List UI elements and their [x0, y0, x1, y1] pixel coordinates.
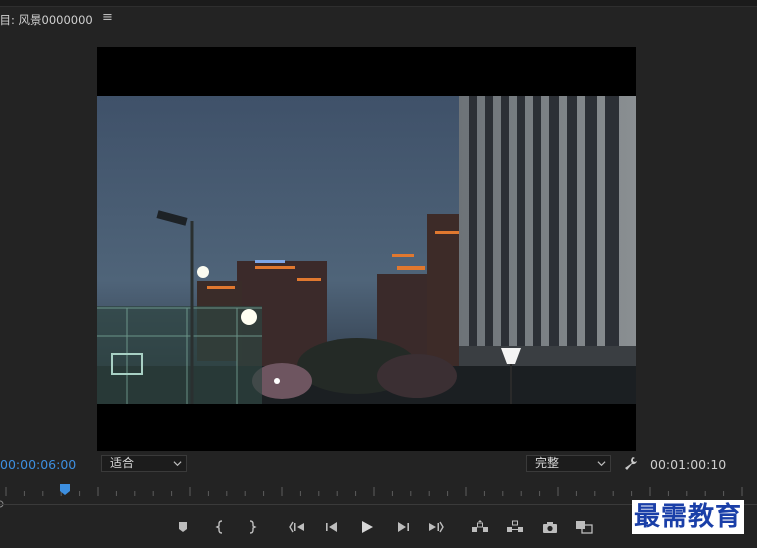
compare-icon[interactable]: [573, 515, 595, 539]
camera-icon[interactable]: [539, 515, 561, 539]
video-frame: [97, 96, 636, 404]
marker-icon[interactable]: [172, 515, 194, 539]
fit-dropdown[interactable]: 适合: [101, 455, 187, 472]
quality-dropdown-value: 完整: [535, 456, 560, 470]
play-icon[interactable]: [356, 515, 378, 539]
chevron-down-icon: [597, 461, 606, 467]
playhead-marker[interactable]: [59, 484, 71, 496]
chevron-down-icon: [173, 461, 182, 467]
extract-icon[interactable]: [504, 515, 526, 539]
wrench-icon[interactable]: [624, 456, 638, 470]
hamburger-icon[interactable]: ≡: [102, 10, 113, 25]
fit-dropdown-value: 适合: [110, 456, 135, 470]
step-back-icon[interactable]: [321, 515, 343, 539]
watermark-logo: 最需教育: [632, 500, 745, 534]
mark-in-icon[interactable]: [209, 515, 231, 539]
program-monitor-viewer[interactable]: [97, 47, 636, 451]
duration-timecode: 00:01:00:10: [650, 457, 727, 472]
panel-title[interactable]: 节目: 风景0000000: [0, 12, 93, 28]
current-timecode[interactable]: 00:00:06:00: [0, 457, 76, 472]
top-panel-strip: [0, 0, 757, 7]
quality-dropdown[interactable]: 完整: [526, 455, 611, 472]
go-to-out-icon[interactable]: [425, 515, 447, 539]
mark-out-icon[interactable]: [241, 515, 263, 539]
go-to-in-icon[interactable]: [286, 515, 308, 539]
lift-icon[interactable]: [469, 515, 491, 539]
step-forward-icon[interactable]: [392, 515, 414, 539]
